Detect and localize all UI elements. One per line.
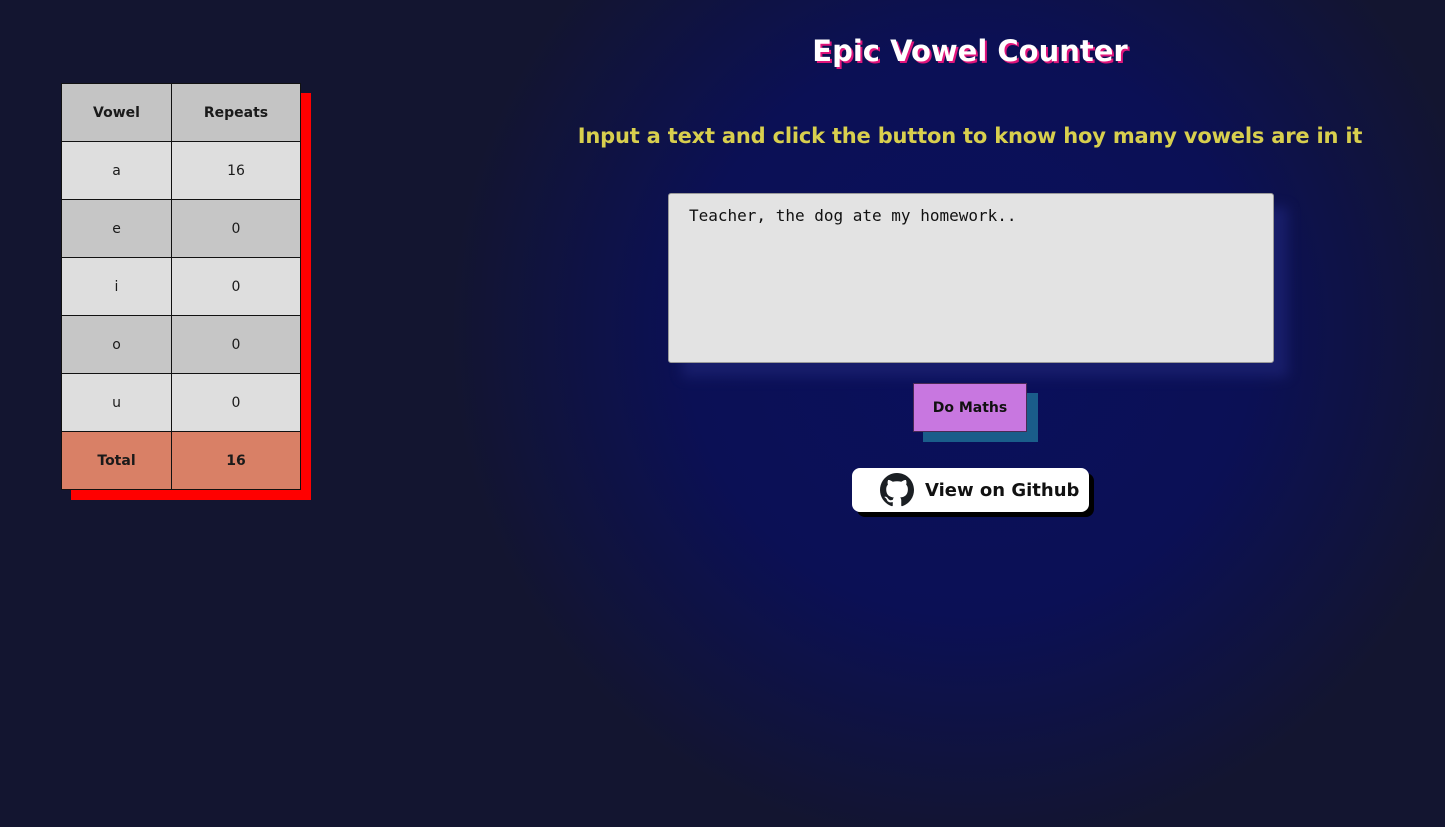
repeats-cell: 0 xyxy=(171,315,301,374)
table-row: o 0 xyxy=(61,315,301,374)
vowel-table-container: Vowel Repeats a 16 e 0 i 0 o 0 u 0 Total… xyxy=(61,83,311,500)
total-label: Total xyxy=(61,431,172,490)
table-row: u 0 xyxy=(61,373,301,432)
do-maths-button[interactable]: Do Maths xyxy=(913,383,1027,432)
table-header-row: Vowel Repeats xyxy=(61,83,301,142)
github-container: View on Github xyxy=(852,468,1094,517)
page-subtitle: Input a text and click the button to kno… xyxy=(577,124,1363,148)
vowel-cell: e xyxy=(61,199,172,258)
do-maths-container: Do Maths xyxy=(913,383,1038,442)
header-repeats: Repeats xyxy=(171,83,301,142)
total-row: Total 16 xyxy=(61,431,301,490)
vowel-table: Vowel Repeats a 16 e 0 i 0 o 0 u 0 Total… xyxy=(61,83,301,490)
text-input-container xyxy=(668,193,1288,377)
github-label: View on Github xyxy=(925,479,1080,501)
vowel-cell: i xyxy=(61,257,172,316)
vowel-cell: u xyxy=(61,373,172,432)
table-row: i 0 xyxy=(61,257,301,316)
repeats-cell: 0 xyxy=(171,199,301,258)
table-row: e 0 xyxy=(61,199,301,258)
vowel-cell: a xyxy=(61,141,172,200)
repeats-cell: 0 xyxy=(171,257,301,316)
repeats-cell: 0 xyxy=(171,373,301,432)
github-button[interactable]: View on Github xyxy=(852,468,1089,512)
header-vowel: Vowel xyxy=(61,83,172,142)
total-value: 16 xyxy=(171,431,301,490)
github-icon xyxy=(880,473,914,507)
page-title: Epic Vowel Counter xyxy=(812,34,1128,68)
text-input[interactable] xyxy=(668,193,1274,363)
vowel-cell: o xyxy=(61,315,172,374)
table-row: a 16 xyxy=(61,141,301,200)
repeats-cell: 16 xyxy=(171,141,301,200)
